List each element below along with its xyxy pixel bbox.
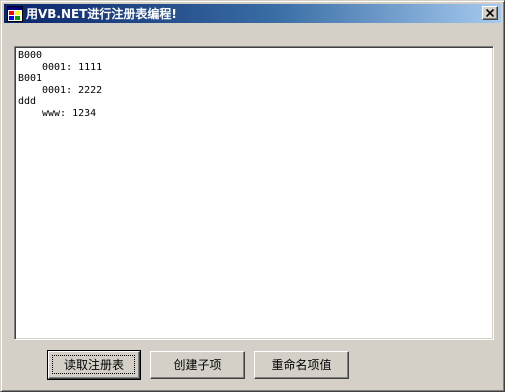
create-subkey-label: 创建子项 [173,358,222,372]
output-line: B000 [18,50,43,61]
output-line: ddd [18,96,37,107]
output-line: B001 [18,73,43,84]
main-window: 用VB.NET进行注册表编程! B000 0001: 1111 B001 0001: … [0,0,505,392]
title-bar[interactable]: 用VB.NET进行注册表编程! [4,4,501,23]
output-line: 0001: 1111 [42,61,103,73]
output-line: 0001: 2222 [42,84,103,96]
registry-output-textbox[interactable]: B000 0001: 1111 B001 0001: 2222 ddd www: 1234 [14,46,494,340]
output-lines: B000 0001: 1111 B001 0001: 2222 ddd www: 1234 [18,50,102,119]
rename-value-button[interactable]: 重命名项值 [254,351,349,379]
create-subkey-button[interactable]: 创建子项 [150,351,245,379]
output-line: www: 1234 [42,107,97,119]
read-registry-label: 读取注册表 [63,358,124,372]
close-icon [486,9,494,17]
window-title: 用VB.NET进行注册表编程! [26,7,177,21]
rename-value-label: 重命名项值 [271,358,332,372]
read-registry-button[interactable]: 读取注册表 [47,350,141,380]
close-button[interactable] [482,6,498,20]
app-window-icon [7,6,23,22]
